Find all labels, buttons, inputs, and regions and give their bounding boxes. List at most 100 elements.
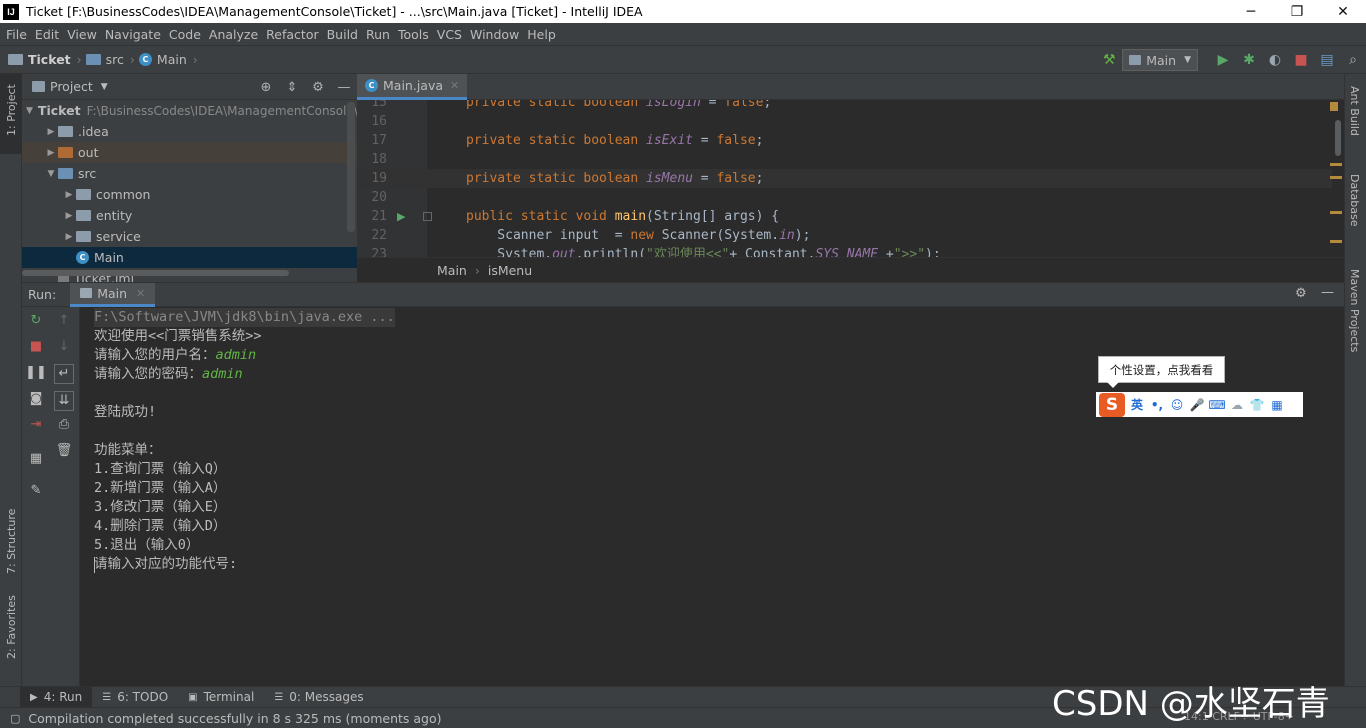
locate-icon[interactable]: ⊕ [253, 80, 279, 95]
project-view-title[interactable]: Project [50, 79, 93, 94]
collapse-all-icon[interactable]: ⇕ [279, 80, 305, 95]
run-icon[interactable]: ▶ [1210, 52, 1236, 68]
menu-item-window[interactable]: Window [470, 27, 519, 42]
chevron-down-icon[interactable]: ▼ [101, 82, 108, 92]
horizontal-scrollbar[interactable] [22, 270, 289, 276]
maven-projects-tool-label[interactable]: Maven Projects [1348, 269, 1361, 352]
bottom-tab-run[interactable]: ▶ 4: Run [20, 686, 93, 708]
run-gutter-icon[interactable]: ▶ [397, 210, 405, 223]
stop-icon[interactable]: ■ [1288, 52, 1314, 68]
trash-icon[interactable]: 🗑 [50, 443, 78, 458]
structure-tool-label[interactable]: 7: Structure [5, 509, 18, 574]
tree-item-entity[interactable]: ▶ entity [22, 205, 357, 226]
tree-item-main[interactable]: C Main [22, 247, 357, 268]
arrow-down-icon[interactable]: ↓ [50, 339, 78, 354]
editor-tab-main-java[interactable]: C Main.java ✕ [357, 74, 468, 100]
skin-icon[interactable]: 👕 [1247, 398, 1267, 412]
console-command[interactable]: F:\Software\JVM\jdk8\bin\java.exe ... [94, 308, 395, 327]
arrow-up-icon[interactable]: ↑ [50, 313, 78, 328]
close-tab-icon[interactable]: ✕ [450, 79, 459, 92]
code-line[interactable]: 23 System.out.println("欢迎使用<<"+ Constant… [357, 245, 1332, 257]
chevron-right-icon[interactable]: ▶ [62, 232, 76, 242]
rerun-icon[interactable]: ↻ [22, 313, 50, 328]
camera-icon[interactable]: ◙ [22, 391, 50, 406]
menu-item-code[interactable]: Code [169, 27, 201, 42]
database-tool-label[interactable]: Database [1348, 174, 1361, 227]
minimize-button[interactable]: ─ [1228, 0, 1274, 23]
warning-marker[interactable] [1330, 102, 1338, 111]
editor-crumb-class[interactable]: Main [437, 263, 467, 278]
tree-item-out[interactable]: ▶ out [22, 142, 357, 163]
editor-crumb-field[interactable]: isMenu [488, 263, 532, 278]
warning-marker[interactable] [1330, 176, 1342, 179]
sogou-logo-icon[interactable]: S [1099, 392, 1125, 417]
fold-icon[interactable] [423, 212, 432, 221]
warning-marker[interactable] [1330, 240, 1342, 243]
menu-item-build[interactable]: Build [327, 27, 358, 42]
code-line[interactable]: 19 private static boolean isMenu = false; [357, 169, 1332, 188]
project-structure-icon[interactable]: ▤ [1314, 52, 1340, 68]
editor-scrollbar[interactable] [1335, 120, 1341, 156]
run-tab-main[interactable]: Main ✕ [70, 282, 156, 307]
run-configuration-select[interactable]: Main ▼ [1122, 49, 1198, 71]
toolbox-icon[interactable]: ▦ [1267, 398, 1287, 412]
print-icon[interactable]: ⎙ [50, 417, 78, 432]
menu-item-navigate[interactable]: Navigate [105, 27, 161, 42]
keyboard-icon[interactable]: ⌨ [1207, 398, 1227, 412]
warning-marker[interactable] [1330, 163, 1342, 166]
layout-icon[interactable]: ▦ [22, 451, 50, 466]
chevron-right-icon[interactable]: ▶ [44, 148, 58, 158]
ime-tooltip[interactable]: 个性设置，点我看看 [1098, 356, 1225, 388]
tree-item-ticket[interactable]: ▼ Ticket F:\BusinessCodes\IDEA\ManagementC… [22, 100, 357, 121]
breadcrumb-file[interactable]: Main [157, 52, 187, 67]
pause-icon[interactable]: ❚❚ [22, 365, 50, 380]
warning-marker[interactable] [1330, 211, 1342, 214]
vertical-scrollbar[interactable] [347, 102, 355, 232]
restore-button[interactable]: ❐ [1274, 0, 1320, 23]
gear-icon[interactable]: ⚙ [305, 80, 331, 95]
code-line[interactable]: 22 Scanner input = new Scanner(System.in… [357, 226, 1332, 245]
search-icon[interactable]: ⌕ [1340, 52, 1366, 68]
menu-item-help[interactable]: Help [527, 27, 556, 42]
gear-icon[interactable]: ⚙ [1295, 286, 1307, 301]
breadcrumb-project[interactable]: Ticket [28, 52, 71, 67]
tree-item--idea[interactable]: ▶ .idea [22, 121, 357, 142]
menu-item-view[interactable]: View [67, 27, 97, 42]
microphone-icon[interactable]: 🎤 [1187, 398, 1207, 412]
menu-item-edit[interactable]: Edit [35, 27, 59, 42]
ant-build-tool-label[interactable]: Ant Build [1348, 86, 1361, 136]
chevron-down-icon[interactable]: ▼ [26, 106, 33, 116]
stop-icon[interactable]: ■ [22, 339, 50, 354]
bottom-tab-terminal[interactable]: ▣ Terminal [178, 687, 264, 708]
ime-punct-toggle[interactable]: •, [1147, 398, 1167, 412]
tree-item-common[interactable]: ▶ common [22, 184, 357, 205]
pin-icon[interactable]: ✎ [22, 483, 50, 498]
chevron-right-icon[interactable]: ▶ [44, 127, 58, 137]
user-icon[interactable]: ☁ [1227, 398, 1247, 412]
hide-icon[interactable]: — [1321, 285, 1334, 300]
breadcrumb-folder[interactable]: src [106, 52, 124, 67]
menu-item-refactor[interactable]: Refactor [266, 27, 318, 42]
code-line[interactable]: 17 private static boolean isExit = false; [357, 131, 1332, 150]
ime-mode-toggle[interactable]: 英 [1127, 396, 1147, 413]
code-line[interactable]: 20 [357, 188, 1332, 207]
emoji-icon[interactable]: ☺ [1167, 398, 1187, 412]
exit-icon[interactable]: ⇥ [22, 417, 50, 432]
chevron-right-icon[interactable]: ▶ [62, 211, 76, 221]
status-indicator-icon[interactable]: ▢ [10, 712, 20, 725]
soft-wrap-icon[interactable]: ↵ [54, 364, 74, 384]
build-hammer-icon[interactable]: ⚒ [1096, 52, 1122, 68]
code-line[interactable]: 15 private static boolean isLogin = false… [357, 100, 1332, 112]
menu-item-analyze[interactable]: Analyze [209, 27, 258, 42]
chevron-down-icon[interactable]: ▼ [44, 169, 58, 179]
tree-item-src[interactable]: ▼ src [22, 163, 357, 184]
favorites-tool-label[interactable]: 2: Favorites [5, 595, 18, 659]
chevron-right-icon[interactable]: ▶ [62, 190, 76, 200]
debug-icon[interactable]: ✱ [1236, 52, 1262, 68]
project-tool-label[interactable]: 1: Project [5, 84, 18, 136]
scroll-to-end-icon[interactable]: ⇊ [54, 391, 74, 411]
code-area[interactable]: 15 private static boolean isLogin = false… [357, 100, 1332, 257]
bottom-tab-todo[interactable]: ☰ 6: TODO [92, 687, 178, 708]
coverage-icon[interactable]: ◐ [1262, 52, 1288, 68]
hide-icon[interactable]: — [331, 80, 357, 95]
